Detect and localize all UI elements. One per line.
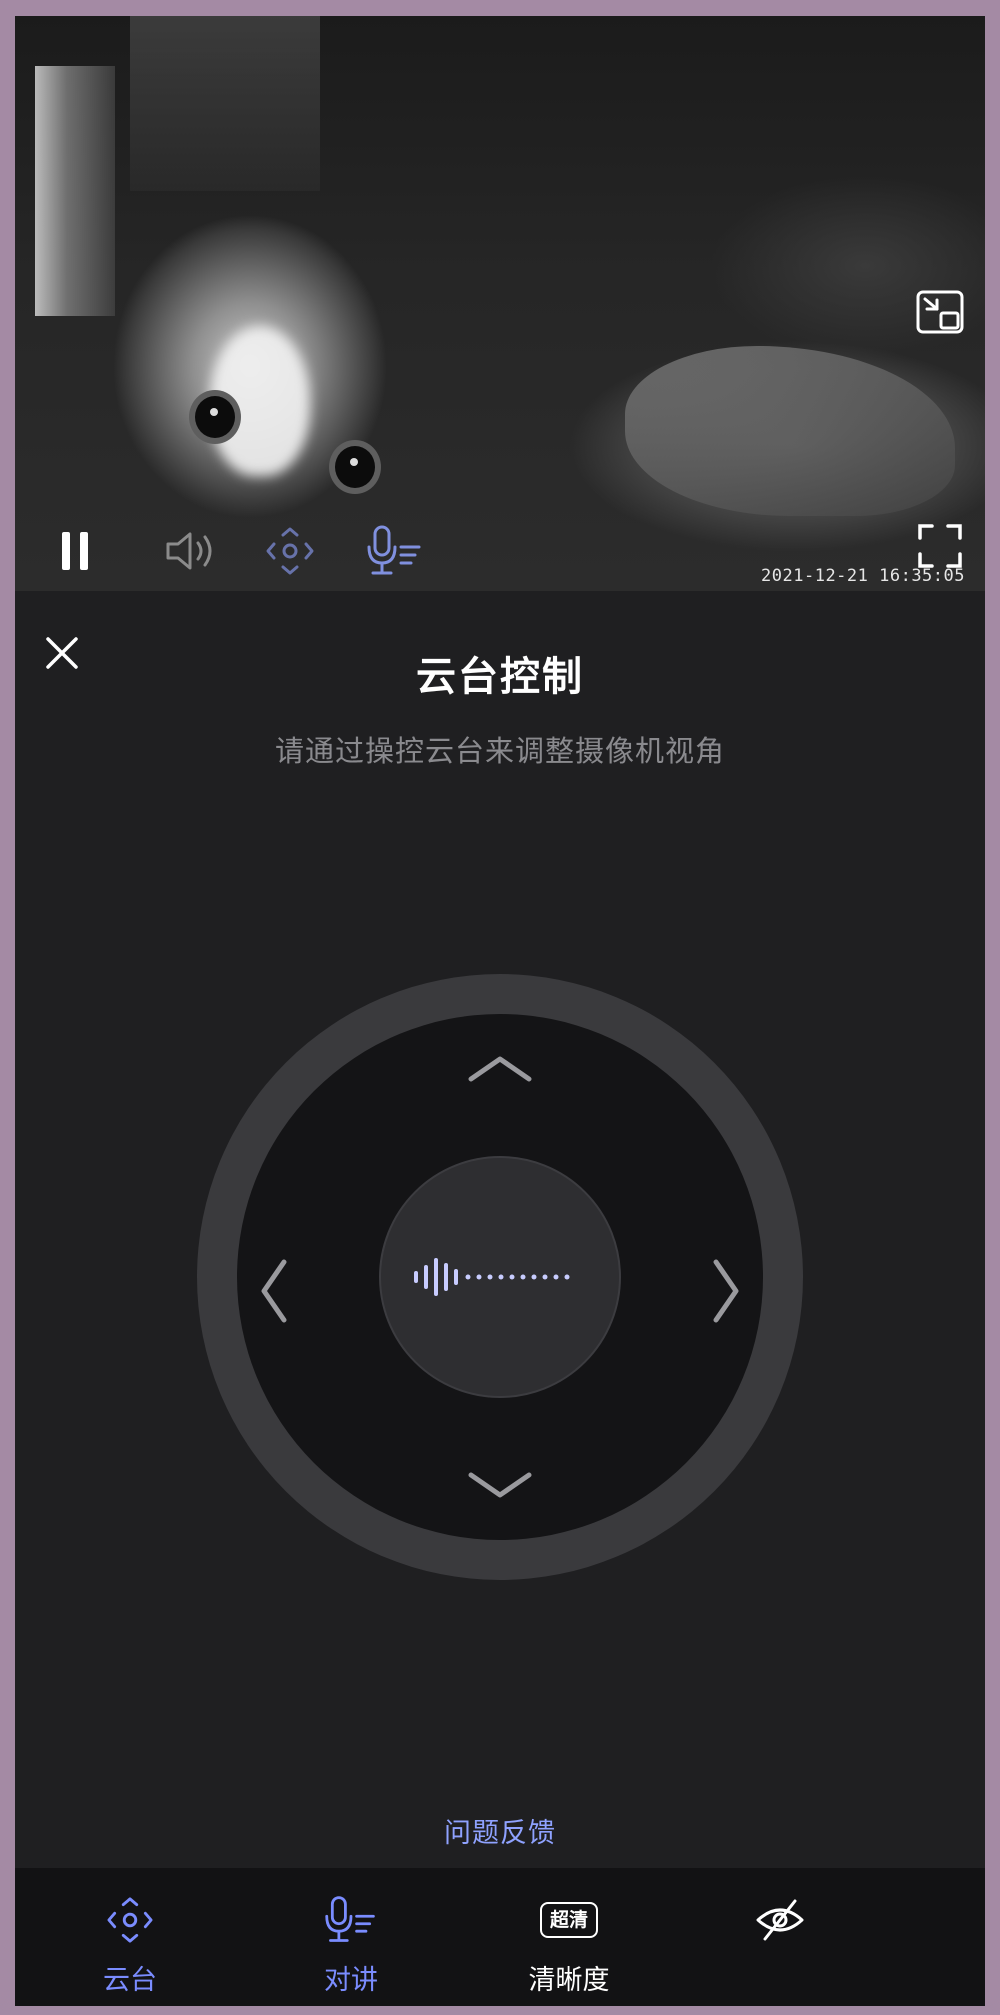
feedback-link[interactable]: 问题反馈 — [15, 1811, 985, 1850]
video-scene-pillow — [625, 346, 955, 516]
live-video-feed[interactable]: 2021-12-21 16:35:05 — [15, 16, 985, 591]
fullscreen-button[interactable] — [910, 516, 970, 576]
pause-icon — [80, 532, 88, 570]
video-scene-window — [35, 66, 115, 316]
volume-button[interactable] — [155, 524, 225, 578]
panel-title: 云台控制 — [416, 654, 584, 700]
chevron-left-icon — [261, 1259, 287, 1323]
tab-quality[interactable]: 超清 清晰度 — [509, 1868, 629, 2006]
video-scene-shelf — [130, 16, 320, 191]
hd-badge-icon: 超清 — [539, 1902, 598, 1938]
fullscreen-icon — [918, 524, 962, 568]
pan-up-button[interactable] — [455, 1038, 545, 1098]
pause-button[interactable] — [50, 526, 100, 576]
tab-ptz[interactable]: 云台 — [70, 1868, 190, 2006]
tab-ptz-label: 云台 — [103, 1965, 157, 1996]
panel-subtitle: 请通过操控云台来调整摄像机视角 — [274, 734, 725, 768]
tab-privacy[interactable] — [720, 1868, 840, 2006]
tab-talk-label: 对讲 — [324, 1965, 378, 1996]
chevron-right-icon — [713, 1259, 739, 1323]
video-scene-cat-eye — [335, 446, 375, 488]
picture-in-picture-button[interactable] — [910, 284, 970, 340]
speaker-icon — [166, 532, 212, 570]
pan-down-button[interactable] — [455, 1456, 545, 1516]
chevron-up-icon — [468, 1056, 532, 1082]
tab-talk[interactable]: 对讲 — [291, 1868, 411, 2006]
picture-in-picture-icon — [916, 290, 964, 334]
pause-icon — [62, 532, 70, 570]
bottom-toolbar: 云台 对讲 超清 清晰度 — [15, 1868, 985, 2006]
video-scene-cat-eye — [195, 396, 235, 438]
pan-right-button[interactable] — [697, 1246, 757, 1336]
talk-button[interactable] — [355, 521, 435, 581]
chevron-down-icon — [468, 1472, 532, 1498]
ptz-toggle-button[interactable] — [260, 521, 320, 581]
pan-left-button[interactable] — [243, 1246, 303, 1336]
ptz-icon — [107, 1897, 153, 1943]
ptz-center-button[interactable] — [379, 1156, 621, 1398]
microphone-icon — [325, 1896, 375, 1942]
eye-off-icon — [756, 1899, 804, 1941]
tab-quality-label: 清晰度 — [528, 1965, 610, 1996]
microphone-icon — [367, 525, 421, 575]
ptz-icon — [266, 527, 314, 575]
sound-wave-icon — [414, 1258, 570, 1296]
app-screen: 2021-12-21 16:35:05 云台控制 请通过操控云台来调整摄像机视角… — [15, 16, 985, 2006]
